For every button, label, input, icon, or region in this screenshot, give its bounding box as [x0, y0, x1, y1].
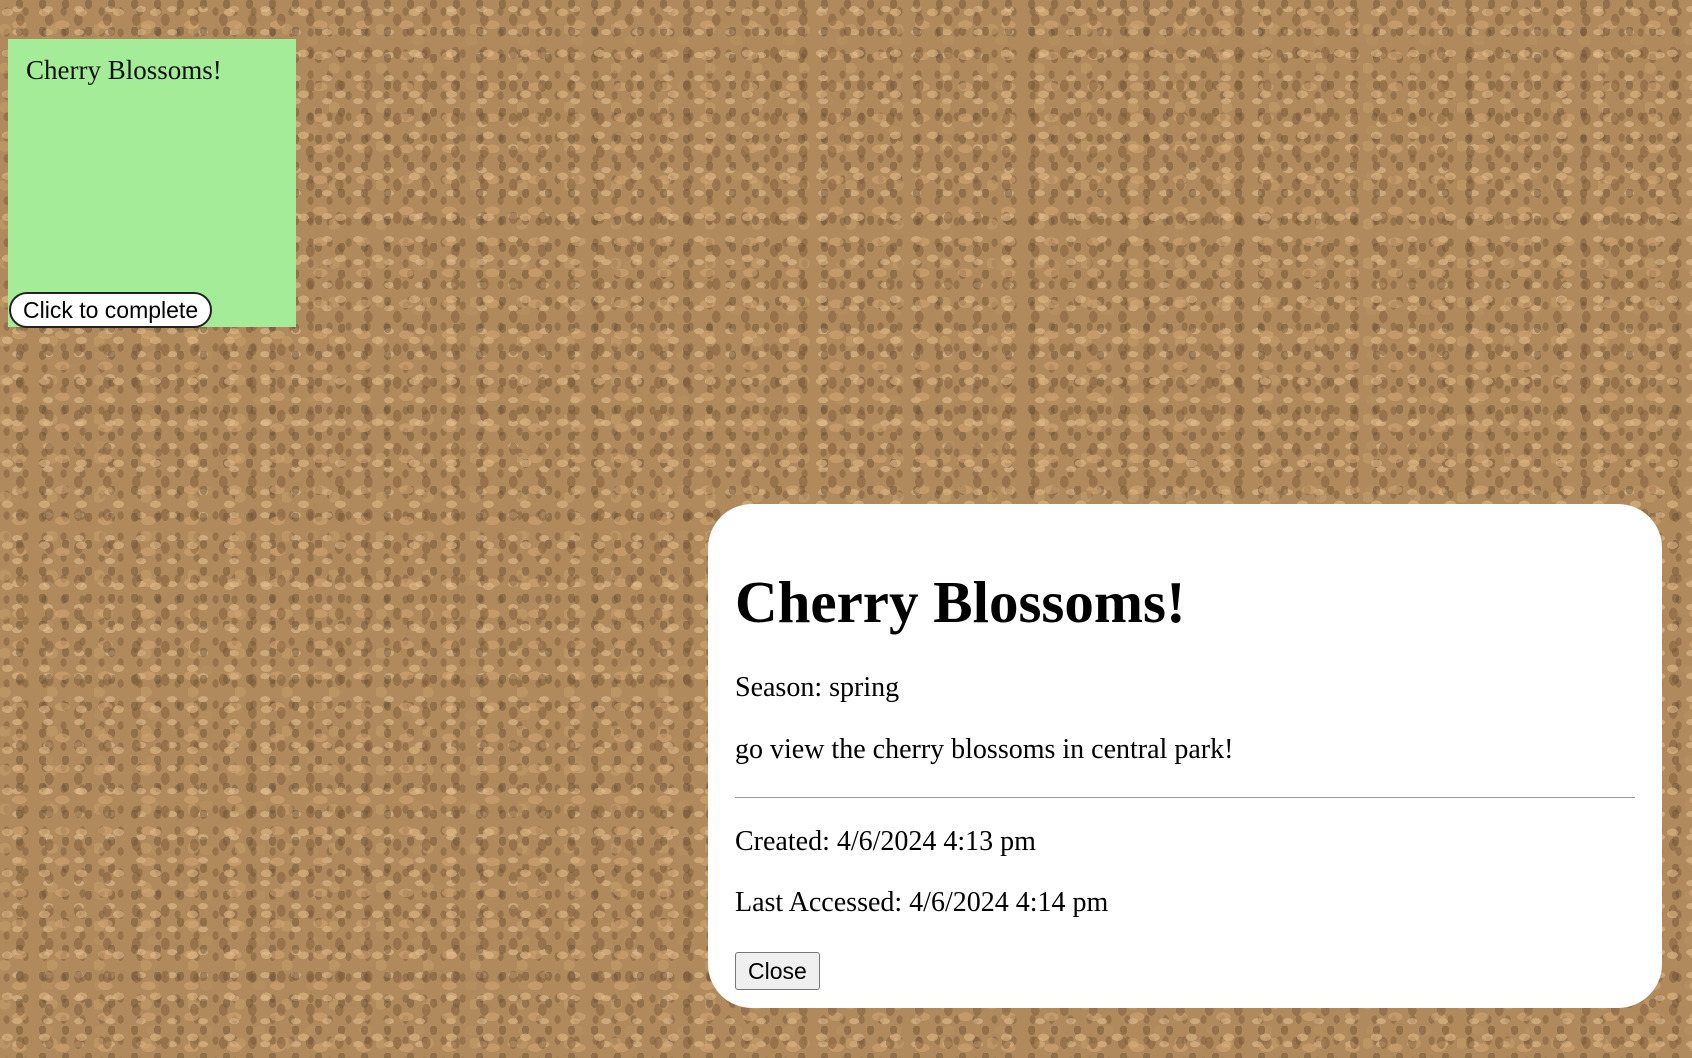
note-detail-card: Cherry Blossoms! Season: spring go view …: [708, 504, 1662, 1008]
sticky-note[interactable]: Cherry Blossoms! Click to complete: [8, 39, 296, 328]
complete-button[interactable]: Click to complete: [9, 292, 213, 328]
note-last-accessed-timestamp: Last Accessed: 4/6/2024 4:14 pm: [735, 887, 1109, 918]
sticky-note-title: Cherry Blossoms!: [26, 55, 222, 85]
divider: [735, 797, 1635, 798]
note-description: go view the cherry blossoms in central p…: [735, 734, 1234, 765]
note-season: Season: spring: [735, 672, 900, 703]
close-button[interactable]: Close: [735, 952, 820, 990]
note-detail-title: Cherry Blossoms!: [735, 569, 1186, 635]
note-created-timestamp: Created: 4/6/2024 4:13 pm: [735, 826, 1036, 857]
